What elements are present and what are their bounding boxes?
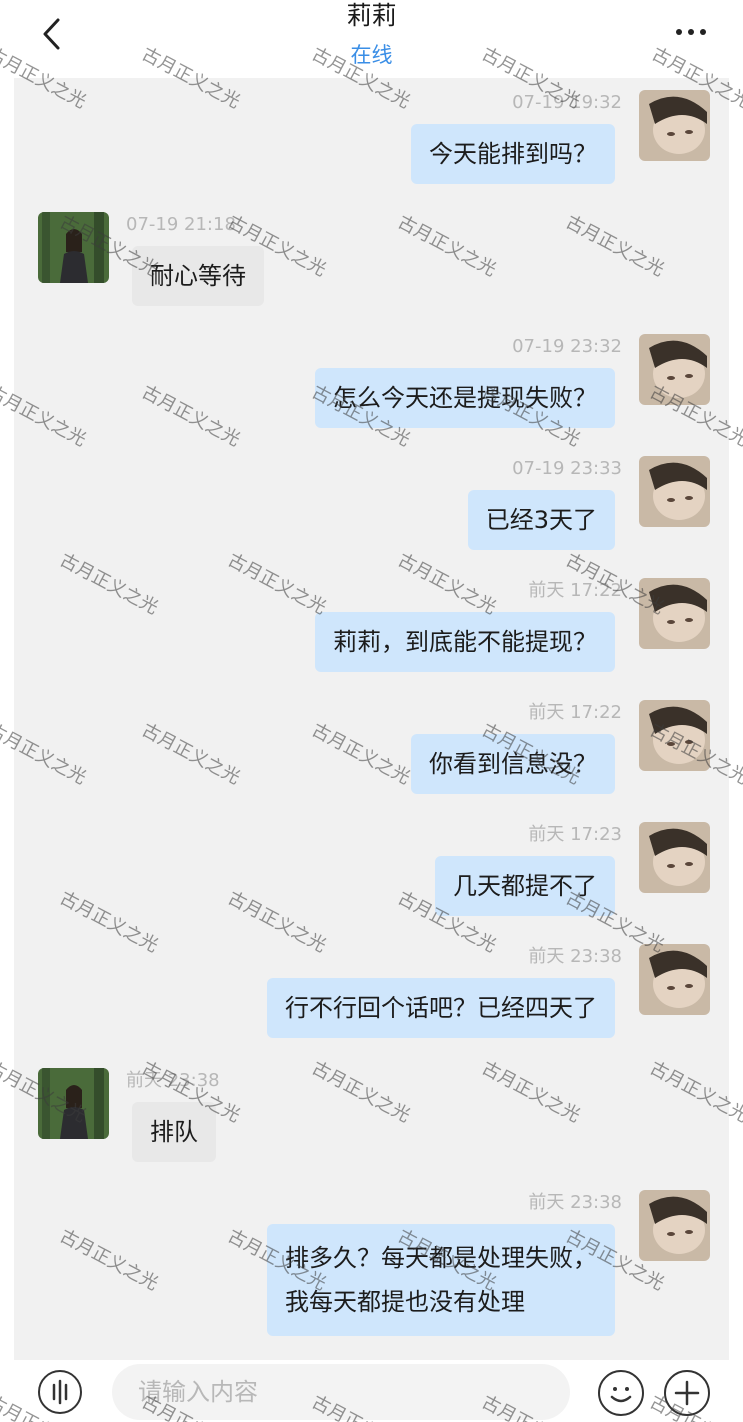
avatar-photo-icon [639, 700, 710, 771]
contact-avatar[interactable] [38, 212, 109, 283]
my-avatar[interactable] [639, 334, 710, 405]
message-timestamp: 07-19 23:33 [512, 458, 622, 479]
message-line: 排多久？每天都是处理失败， [285, 1244, 597, 1272]
avatar-photo-icon [639, 944, 710, 1015]
my-avatar[interactable] [639, 578, 710, 649]
message-bubble[interactable]: 耐心等待 [132, 246, 264, 306]
voice-button[interactable] [38, 1370, 82, 1414]
message-bubble[interactable]: 排多久？每天都是处理失败， 我每天都提也没有处理 [267, 1224, 615, 1336]
input-bar [0, 1360, 743, 1422]
message-line: 我每天都提也没有处理 [285, 1288, 525, 1316]
message-bubble[interactable]: 行不行回个话吧？已经四天了 [267, 978, 615, 1038]
avatar-photo-icon [639, 334, 710, 405]
message-timestamp: 前天 17:22 [528, 702, 622, 723]
chat-header: 莉莉 在线 [0, 0, 743, 78]
message-outgoing: 前天 17:22 莉莉，到底能不能提现？ [14, 578, 729, 674]
plus-icon [674, 1380, 700, 1406]
message-outgoing: 前天 23:38 排多久？每天都是处理失败， 我每天都提也没有处理 [14, 1190, 729, 1340]
message-timestamp: 07-19 23:32 [512, 336, 622, 357]
avatar-photo-icon [639, 578, 710, 649]
message-timestamp: 07-19 21:18 [126, 214, 236, 235]
message-bubble[interactable]: 排队 [132, 1102, 216, 1162]
online-status: 在线 [350, 43, 393, 67]
message-timestamp: 前天 17:22 [528, 580, 622, 601]
emoji-icon [610, 1387, 632, 1403]
message-bubble[interactable]: 今天能排到吗？ [411, 124, 615, 184]
message-incoming: 前天 23:38 排队 [14, 1068, 729, 1164]
more-button[interactable] [669, 16, 713, 48]
message-outgoing: 前天 17:23 几天都提不了 [14, 822, 729, 918]
message-outgoing: 07-19 23:32 怎么今天还是提现失败？ [14, 334, 729, 430]
my-avatar[interactable] [639, 1190, 710, 1261]
message-timestamp: 前天 17:23 [528, 824, 622, 845]
avatar-photo-icon [38, 1068, 109, 1139]
more-dots-icon [676, 29, 682, 35]
avatar-photo-icon [639, 822, 710, 893]
message-timestamp: 前天 23:38 [126, 1070, 220, 1091]
message-list[interactable]: 07-19 19:32 今天能排到吗？ 07-19 21:18 耐心等待 07-… [14, 78, 729, 1360]
message-timestamp: 前天 23:38 [528, 1192, 622, 1213]
avatar-photo-icon [38, 212, 109, 283]
plus-button[interactable] [664, 1370, 710, 1416]
contact-name: 莉莉 [346, 1, 397, 30]
chat-screen: 莉莉 在线 07-19 19:32 今天能排到吗？ 07-19 21:18 耐心… [0, 0, 743, 1422]
my-avatar[interactable] [639, 700, 710, 771]
my-avatar[interactable] [639, 90, 710, 161]
my-avatar[interactable] [639, 944, 710, 1015]
message-outgoing: 前天 23:38 行不行回个话吧？已经四天了 [14, 944, 729, 1040]
message-bubble[interactable]: 莉莉，到底能不能提现？ [315, 612, 615, 672]
my-avatar[interactable] [639, 822, 710, 893]
message-bubble[interactable]: 已经3天了 [467, 490, 615, 550]
contact-avatar[interactable] [38, 1068, 109, 1139]
more-dots-icon [688, 29, 694, 35]
message-bubble[interactable]: 几天都提不了 [435, 856, 615, 916]
avatar-photo-icon [639, 1190, 710, 1261]
message-timestamp: 前天 23:38 [528, 946, 622, 967]
message-outgoing: 07-19 23:33 已经3天了 [14, 456, 729, 552]
message-bubble[interactable]: 你看到信息没？ [411, 734, 615, 794]
more-dots-icon [700, 29, 706, 35]
voice-icon [52, 1379, 68, 1405]
avatar-photo-icon [639, 90, 710, 161]
message-incoming: 07-19 21:18 耐心等待 [14, 212, 729, 308]
emoji-button[interactable] [598, 1370, 644, 1416]
message-bubble[interactable]: 怎么今天还是提现失败？ [315, 368, 615, 428]
message-timestamp: 07-19 19:32 [512, 92, 622, 113]
message-outgoing: 前天 17:22 你看到信息没？ [14, 700, 729, 796]
message-outgoing: 07-19 19:32 今天能排到吗？ [14, 90, 729, 186]
my-avatar[interactable] [639, 456, 710, 527]
message-input[interactable] [112, 1364, 570, 1420]
avatar-photo-icon [639, 456, 710, 527]
